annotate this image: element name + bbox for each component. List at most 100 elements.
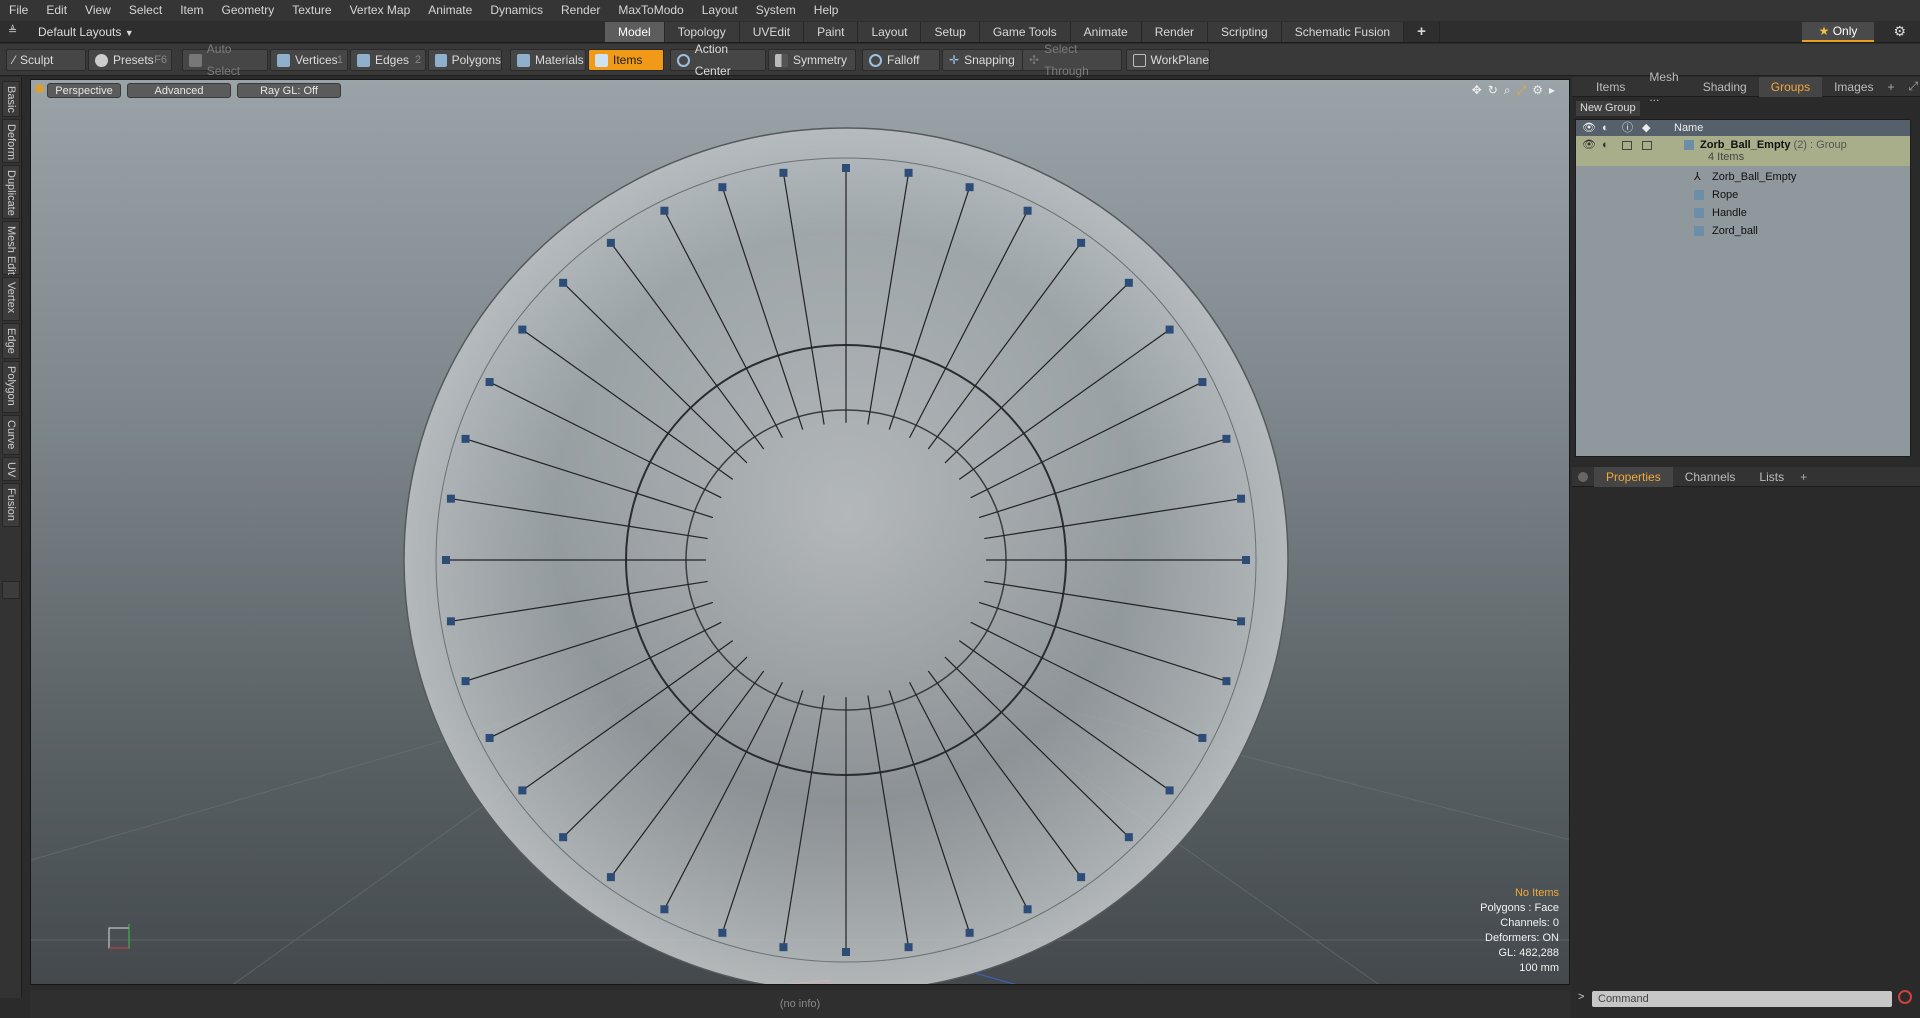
gear-icon[interactable]: ⚙ (1893, 23, 1906, 40)
anchor-point (1077, 238, 1086, 247)
list-item[interactable]: Rope (1576, 186, 1910, 204)
visibility-eye-icon[interactable]: 👁 (1582, 136, 1596, 154)
layout-selector-label: Default Layouts (38, 25, 122, 39)
tab-groups[interactable]: Groups (1758, 76, 1823, 97)
anchor-point (660, 206, 669, 215)
menu-render[interactable]: Render (552, 0, 609, 21)
sculpt-button[interactable]: ⁄ Sculpt (6, 49, 86, 71)
menu-vertex-map[interactable]: Vertex Map (341, 0, 420, 21)
3d-viewport[interactable]: Perspective Advanced Ray GL: Off ✥ ↻ ⌕ ⤢… (30, 79, 1570, 985)
anchor-point (1237, 494, 1246, 503)
new-group-button[interactable]: New Group (1576, 101, 1640, 116)
tab-properties[interactable]: Properties (1594, 466, 1673, 487)
column-name-header[interactable]: Name (1674, 120, 1703, 136)
group-row[interactable]: 👁 ◐ Zorb_Ball_Empty (2) : Group 4 Items (1576, 136, 1910, 166)
vtab-vertex[interactable]: Vertex (2, 277, 20, 321)
menu-system[interactable]: System (747, 0, 805, 21)
layout-tab-row: ≜ Default Layouts ▼ Model Topology UVEdi… (0, 21, 1920, 43)
item-label: Zorb_Ball_Empty (1712, 171, 1797, 183)
tab-schematic-fusion[interactable]: Schematic Fusion (1281, 22, 1405, 42)
tab-lists[interactable]: Lists (1747, 467, 1796, 487)
items-button[interactable]: Items (588, 49, 664, 71)
layout-menu-icon[interactable]: ≜ (8, 24, 17, 37)
tab-items[interactable]: Items (1584, 77, 1637, 97)
tab-model[interactable]: Model (605, 22, 665, 42)
vertices-icon (277, 53, 290, 67)
add-tab-icon[interactable]: + (1887, 80, 1894, 94)
vtab-polygon[interactable]: Polygon (2, 361, 20, 413)
vtab-basic[interactable]: Basic (2, 81, 20, 117)
tab-mesh[interactable]: Mesh ... (1637, 67, 1690, 107)
menu-select[interactable]: Select (120, 0, 171, 21)
lock-column-icon[interactable]: ⓘ (1622, 120, 1633, 136)
render-column-icon[interactable]: ◐ (1602, 120, 1609, 136)
menu-layout[interactable]: Layout (693, 0, 747, 21)
menu-view[interactable]: View (76, 0, 120, 21)
action-center-button[interactable]: Action Center (670, 42, 766, 78)
materials-button[interactable]: Materials (510, 49, 586, 71)
add-tab-icon[interactable]: + (1800, 470, 1807, 484)
tab-paint[interactable]: Paint (804, 22, 859, 42)
menu-help[interactable]: Help (805, 0, 848, 21)
tab-shading[interactable]: Shading (1691, 77, 1759, 97)
only-button[interactable]: ★ Only (1802, 22, 1874, 42)
menu-texture[interactable]: Texture (283, 0, 340, 21)
workplane-button[interactable]: WorkPlane (1126, 49, 1210, 71)
snapping-button[interactable]: ✛ Snapping (942, 49, 1028, 71)
anchor-point (904, 943, 913, 952)
auto-select-button[interactable]: Auto Select (182, 42, 268, 78)
menu-geometry[interactable]: Geometry (213, 0, 284, 21)
panel-menu-icon[interactable] (1578, 471, 1588, 482)
collapse-tab-button[interactable] (2, 581, 20, 599)
menu-edit[interactable]: Edit (37, 0, 76, 21)
chevron-down-icon: ▼ (124, 28, 134, 38)
tab-scripting[interactable]: Scripting (1208, 22, 1282, 42)
vtab-deform[interactable]: Deform (2, 119, 20, 163)
select-checkbox[interactable] (1642, 141, 1652, 150)
symmetry-button[interactable]: Symmetry (768, 49, 856, 71)
list-item[interactable]: ⅄ Zorb_Ball_Empty (1576, 168, 1910, 186)
materials-label: Materials (535, 53, 584, 67)
tab-setup[interactable]: Setup (921, 22, 980, 42)
command-input[interactable]: Command (1592, 991, 1892, 1007)
tab-images[interactable]: Images (1822, 77, 1885, 97)
toolbar: ⁄ Sculpt Presets F6 Auto Select Vertices… (0, 42, 1920, 78)
menu-dynamics[interactable]: Dynamics (481, 0, 552, 21)
select-through-button[interactable]: ✣ Select Through (1022, 42, 1122, 78)
menu-animate[interactable]: Animate (419, 0, 481, 21)
presets-button[interactable]: Presets F6 (88, 49, 172, 71)
tab-layout[interactable]: Layout (858, 22, 922, 42)
tab-render[interactable]: Render (1141, 22, 1209, 42)
menu-file[interactable]: File (0, 0, 37, 21)
vtab-mesh-edit[interactable]: Mesh Edit (2, 221, 20, 275)
visibility-column-icon[interactable]: 👁 (1582, 120, 1596, 136)
edges-button[interactable]: Edges 2 (350, 49, 426, 71)
hud-polygons: Polygons : Face (1480, 902, 1559, 914)
only-label: Only (1832, 24, 1858, 38)
layout-selector[interactable]: Default Layouts ▼ (22, 24, 150, 40)
menu-maxtomodo[interactable]: MaxToModo (609, 0, 692, 21)
lock-checkbox[interactable] (1622, 141, 1632, 150)
list-item[interactable]: Zord_ball (1576, 222, 1910, 240)
vtab-duplicate[interactable]: Duplicate (2, 165, 20, 219)
menu-item[interactable]: Item (171, 0, 212, 21)
falloff-label: Falloff (887, 53, 920, 67)
vtab-fusion[interactable]: Fusion (2, 483, 20, 527)
vtab-curve[interactable]: Curve (2, 415, 20, 455)
render-toggle-icon[interactable]: ◐ (1602, 136, 1609, 154)
vertices-button[interactable]: Vertices 1 (270, 49, 348, 71)
polygons-button[interactable]: Polygons (428, 49, 502, 71)
locator-icon: ⅄ (1694, 171, 1701, 183)
list-item[interactable]: Handle (1576, 204, 1910, 222)
left-tool-tabs: Basic Deform Duplicate Mesh Edit Vertex … (0, 77, 22, 998)
tab-channels[interactable]: Channels (1673, 467, 1748, 487)
falloff-button[interactable]: Falloff (862, 49, 940, 71)
add-tab-button[interactable]: + (1404, 22, 1440, 42)
vtab-edge[interactable]: Edge (2, 323, 20, 359)
select-column-icon[interactable]: ◆ (1642, 120, 1650, 136)
anchor-point (1023, 206, 1032, 215)
record-icon[interactable] (1898, 990, 1912, 1004)
expand-panel-icon[interactable]: ⤢ (1908, 79, 1918, 94)
vtab-uv[interactable]: UV (2, 457, 20, 481)
anchor-point (965, 928, 974, 937)
